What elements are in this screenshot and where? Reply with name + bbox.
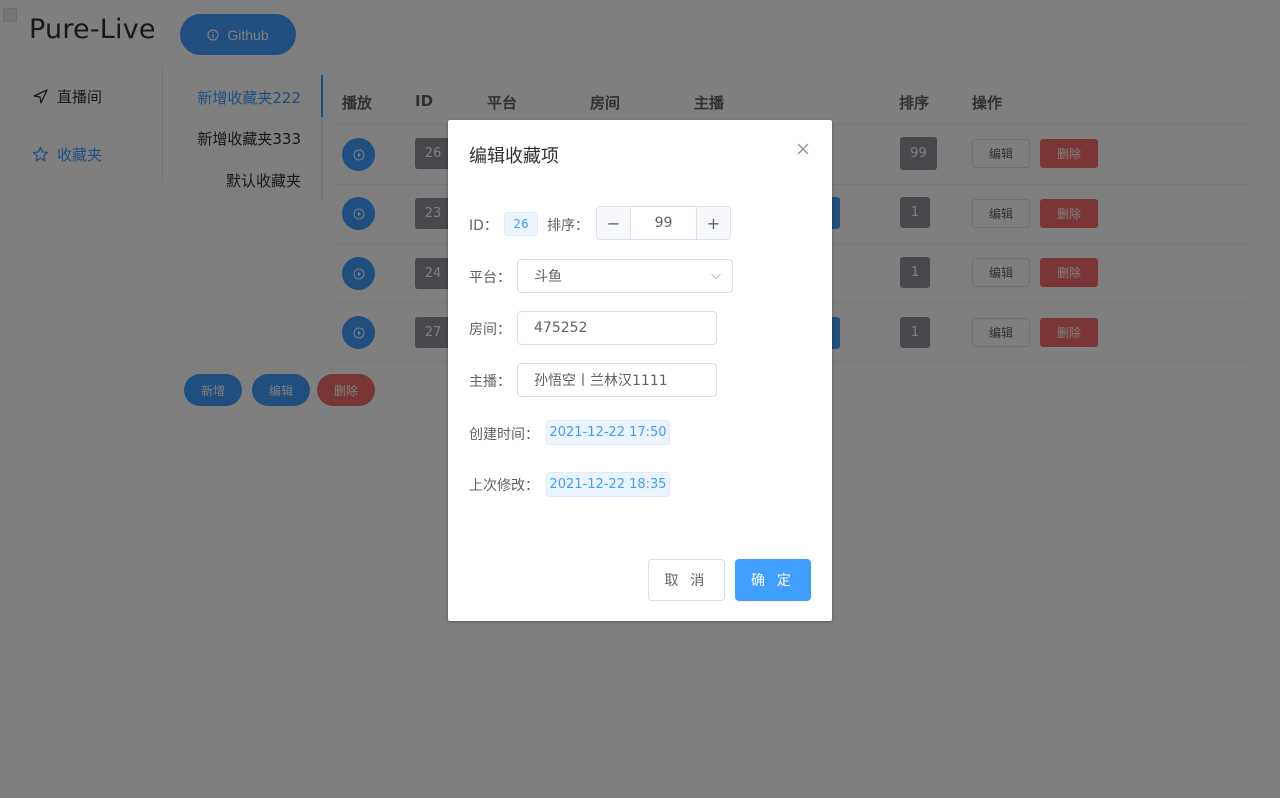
sort-value-input[interactable]: 99 [631, 207, 696, 239]
host-label: 主播： [469, 374, 511, 390]
created-time-label: 创建时间： [469, 427, 539, 443]
platform-select-value: 斗鱼 [534, 269, 562, 285]
id-value-tag: 26 [504, 212, 538, 236]
created-time-tag: 2021-12-22 17:50 [546, 420, 670, 445]
sort-increase-button[interactable]: + [696, 207, 730, 239]
modified-time-label: 上次修改： [469, 478, 539, 494]
confirm-button[interactable]: 确 定 [735, 559, 811, 601]
sort-decrease-button[interactable]: − [597, 207, 631, 239]
dialog-title: 编辑收藏项 [469, 146, 559, 167]
edit-favorite-dialog: 编辑收藏项 ID： 26 排序： − 99 + 平台： 斗鱼 房间： 主播： 创… [448, 120, 832, 621]
platform-select[interactable]: 斗鱼 [517, 259, 733, 293]
room-input[interactable] [517, 311, 717, 345]
host-input[interactable] [517, 363, 717, 397]
close-icon[interactable] [796, 142, 810, 156]
cancel-button[interactable]: 取 消 [648, 559, 725, 601]
sort-stepper: − 99 + [596, 206, 731, 240]
id-label: ID： [469, 218, 498, 234]
sort-label: 排序： [547, 218, 589, 234]
platform-label: 平台： [469, 270, 511, 286]
chevron-down-icon [711, 273, 721, 280]
room-label: 房间： [469, 322, 511, 338]
modified-time-tag: 2021-12-22 18:35 [546, 472, 670, 497]
